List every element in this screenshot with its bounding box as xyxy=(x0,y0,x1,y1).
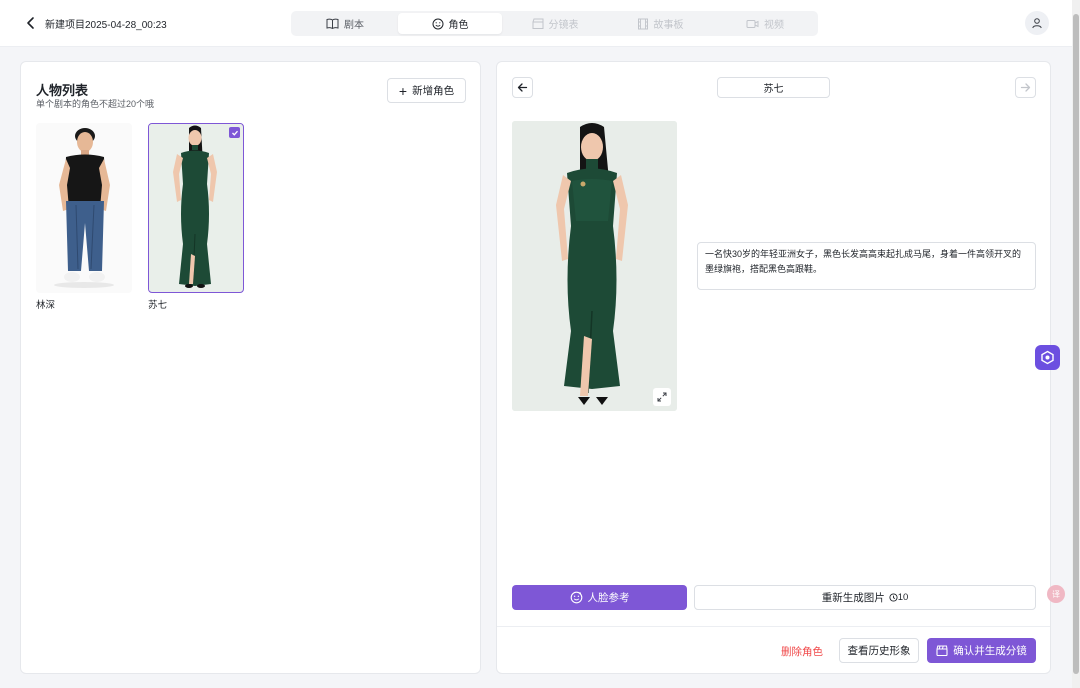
portrait-image xyxy=(512,121,677,411)
translate-label: 译 xyxy=(1052,589,1060,599)
translate-button[interactable]: 译 xyxy=(1047,585,1065,603)
project-title: 新建项目2025-04-28_00:23 xyxy=(45,20,167,31)
film-icon xyxy=(637,18,648,29)
tab-script-label: 剧本 xyxy=(344,20,364,31)
character-card-linshen[interactable] xyxy=(36,123,132,293)
regenerate-cost: 10 xyxy=(889,592,909,603)
face-smile-icon xyxy=(570,591,582,604)
user-icon xyxy=(1032,18,1042,29)
clapperboard-icon xyxy=(936,645,948,656)
expand-icon xyxy=(657,392,667,402)
tab-video[interactable]: 视频 xyxy=(713,13,817,34)
regenerate-image-button[interactable]: 重新生成图片 10 xyxy=(694,585,1036,610)
confirm-generate-label: 确认并生成分镜 xyxy=(953,645,1027,657)
character-list-subtitle: 单个剧本的角色不超过20个哦 xyxy=(36,99,155,109)
credit-icon xyxy=(889,593,898,602)
arrow-left-icon xyxy=(517,83,528,92)
character-detail-panel: 苏七 一名快30岁的年轻亚洲女子，黑色长发高高束起扎成马尾，身着一件高领开叉的墨… xyxy=(496,61,1051,674)
regenerate-label: 重新生成图片 xyxy=(821,592,885,604)
tab-characters[interactable]: 角色 xyxy=(398,13,502,34)
next-character-button[interactable] xyxy=(1015,77,1036,98)
character-portrait-large xyxy=(512,121,677,411)
user-avatar-button[interactable] xyxy=(1025,11,1049,35)
tab-script[interactable]: 剧本 xyxy=(293,13,397,34)
ai-assistant-button[interactable] xyxy=(1035,345,1060,370)
step-tabs: 剧本 角色 分镜表 故事板 视频 xyxy=(291,11,818,36)
face-reference-button[interactable]: 人脸参考 xyxy=(512,585,687,610)
ai-assistant-icon xyxy=(1041,350,1054,365)
smile-icon xyxy=(432,18,443,29)
tab-shot-list-label: 分镜表 xyxy=(548,20,579,31)
view-history-button[interactable]: 查看历史形象 xyxy=(839,638,919,663)
clapper-icon xyxy=(532,18,543,29)
character-list-panel: 人物列表 单个剧本的角色不超过20个哦 + 新增角色 林深 苏七 xyxy=(20,61,481,674)
add-character-button[interactable]: + 新增角色 xyxy=(387,78,466,103)
book-icon xyxy=(326,18,339,29)
tab-storyboard-label: 故事板 xyxy=(653,20,684,31)
expand-image-button[interactable] xyxy=(653,388,671,406)
tab-characters-label: 角色 xyxy=(448,20,469,31)
tab-video-label: 视频 xyxy=(764,20,784,31)
delete-character-button[interactable]: 删除角色 xyxy=(781,644,823,659)
arrow-right-icon xyxy=(1020,83,1031,92)
selected-check-icon xyxy=(229,127,240,138)
character-name-field[interactable]: 苏七 xyxy=(717,77,830,98)
prev-character-button[interactable] xyxy=(512,77,533,98)
scrollbar-thumb[interactable] xyxy=(1073,14,1079,674)
character-description-field[interactable]: 一名快30岁的年轻亚洲女子，黑色长发高高束起扎成马尾，身着一件高领开叉的墨绿旗袍… xyxy=(697,242,1036,290)
tab-shot-list[interactable]: 分镜表 xyxy=(503,13,607,34)
back-icon[interactable] xyxy=(22,13,40,33)
page-scrollbar[interactable] xyxy=(1072,0,1080,688)
add-character-label: 新增角色 xyxy=(412,85,455,97)
top-bar: 新建项目2025-04-28_00:23 剧本 角色 分镜表 故事板 视频 xyxy=(0,0,1072,47)
footer-divider xyxy=(497,626,1050,627)
character-name-linshen: 林深 xyxy=(36,300,56,311)
character-card-suqi[interactable] xyxy=(148,123,244,293)
character-portrait-linshen xyxy=(36,123,132,293)
character-name-suqi: 苏七 xyxy=(148,300,168,311)
tab-storyboard[interactable]: 故事板 xyxy=(608,13,712,34)
regenerate-cost-value: 10 xyxy=(897,592,909,603)
face-reference-label: 人脸参考 xyxy=(587,592,630,604)
video-icon xyxy=(746,19,759,28)
character-portrait-suqi xyxy=(149,124,242,291)
plus-icon: + xyxy=(398,82,408,99)
confirm-generate-storyboard-button[interactable]: 确认并生成分镜 xyxy=(927,638,1036,663)
